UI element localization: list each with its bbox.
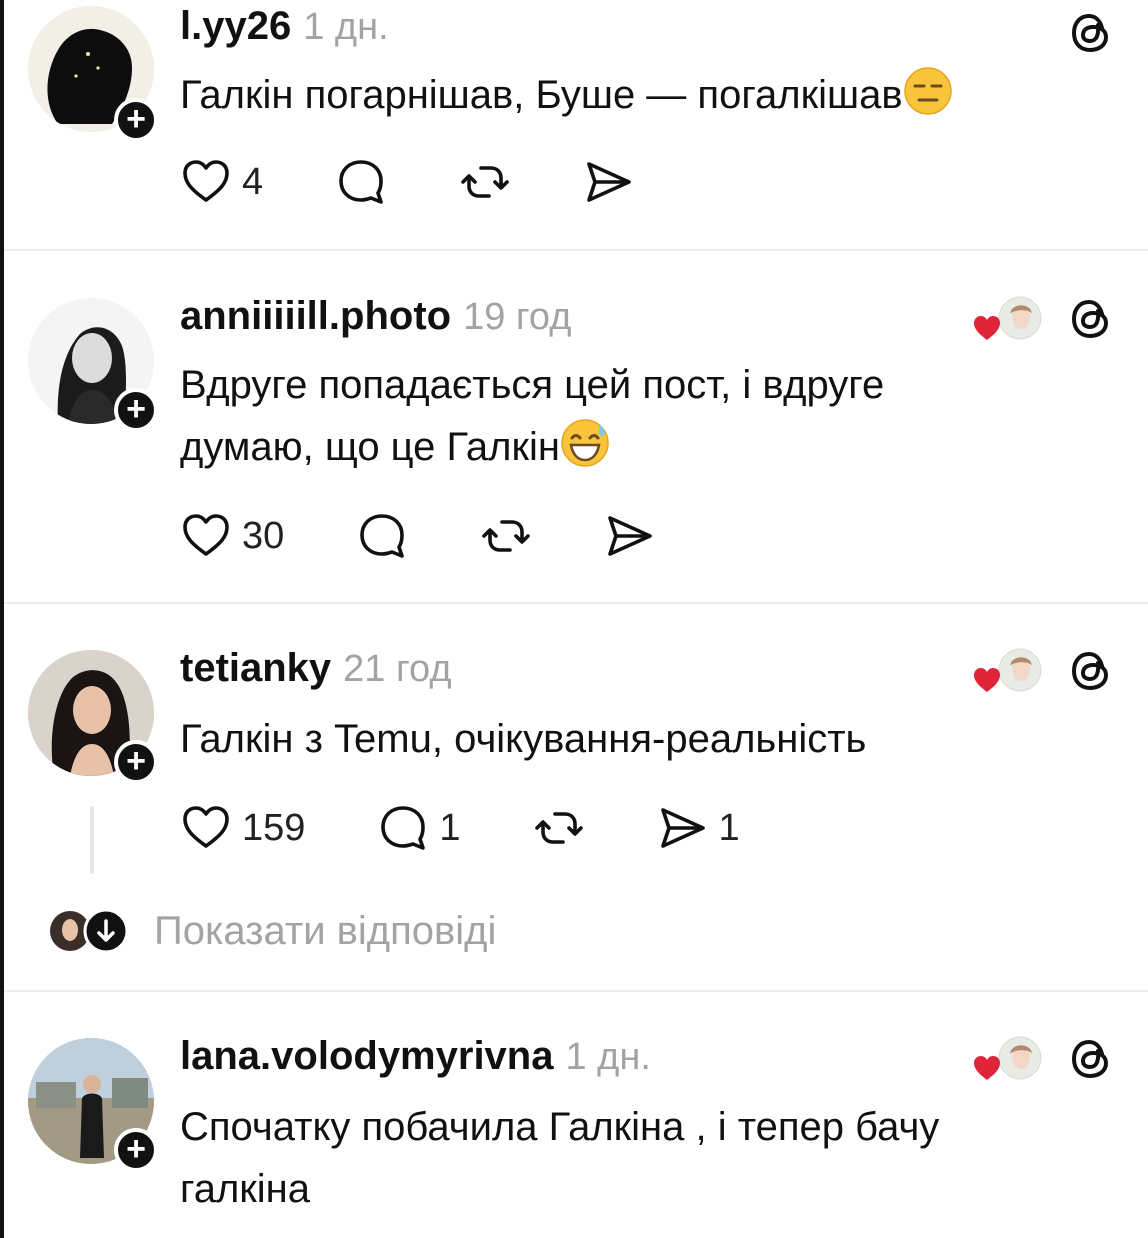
like-count: 159 — [242, 806, 306, 849]
show-replies-label[interactable]: Показати відповіді — [154, 909, 496, 954]
post-text: Галкін з Temu, очікування-реальність — [180, 708, 1080, 770]
username[interactable]: anniiiiill.photo — [180, 294, 451, 338]
like-count: 4 — [242, 160, 264, 203]
post-1: + l.yy26 1 дн. Галкін погарнішав, Буше — … — [0, 0, 1148, 250]
divider — [4, 249, 1148, 251]
show-replies-button[interactable]: Показати відповіді — [48, 908, 496, 954]
like-count: 30 — [242, 514, 285, 557]
follow-plus-button[interactable]: + — [114, 98, 158, 142]
like-button[interactable]: 30 — [180, 510, 284, 562]
reply-button[interactable] — [356, 510, 408, 562]
heart-icon — [180, 510, 232, 562]
post-text-content: Галкін погарнішав, Буше — погалкішав — [180, 73, 903, 117]
post-text-content: Галкін з Temu, очікування-реальність — [180, 717, 867, 761]
username[interactable]: l.yy26 — [180, 4, 291, 48]
follow-plus-button[interactable]: + — [114, 388, 158, 432]
comment-bubble-icon — [335, 156, 387, 208]
expressionless-face-emoji — [903, 67, 952, 115]
post-4: + lana.volodymyrivna 1 дн. Спочатку побач… — [0, 992, 1148, 1238]
reply-button[interactable] — [335, 156, 387, 208]
post-actions: 159 1 1 — [180, 798, 740, 858]
repost-icon — [459, 156, 511, 208]
post-actions: 4 — [180, 152, 635, 212]
post-2: + anniiiiill.photo 19 год Вдруге попадаєт… — [0, 252, 1148, 602]
comment-bubble-icon — [377, 802, 429, 854]
follow-plus-button[interactable]: + — [114, 1128, 158, 1172]
post-text: Вдруге попадається цей пост, і вдруге ду… — [180, 354, 1010, 478]
post-text-content: Вдруге попадається цей пост, і вдруге ду… — [180, 363, 885, 469]
repost-button[interactable] — [459, 156, 511, 208]
post-text: Галкін погарнішав, Буше — погалкішав — [180, 64, 1080, 126]
repost-button[interactable] — [480, 510, 532, 562]
liked-by-author-icon — [974, 1036, 1042, 1080]
thread-connector-line — [90, 806, 94, 874]
repost-button[interactable] — [533, 802, 585, 854]
timestamp: 1 дн. — [565, 1036, 651, 1078]
timestamp: 1 дн. — [303, 6, 389, 48]
post-actions: 30 — [180, 506, 656, 566]
reply-count: 1 — [439, 806, 461, 849]
follow-plus-button[interactable]: + — [114, 740, 158, 784]
reply-button[interactable]: 1 — [377, 802, 461, 854]
send-icon — [604, 510, 656, 562]
threads-logo-icon[interactable] — [1066, 294, 1116, 344]
share-button[interactable] — [604, 510, 656, 562]
grinning-face-with-sweat-emoji — [561, 419, 609, 467]
repost-icon — [533, 802, 585, 854]
username[interactable]: lana.volodymyrivna — [180, 1034, 553, 1078]
heart-icon — [180, 802, 232, 854]
share-button[interactable]: 1 — [657, 802, 740, 854]
threads-logo-icon[interactable] — [1066, 8, 1116, 58]
timestamp: 21 год — [343, 648, 452, 690]
repost-icon — [480, 510, 532, 562]
username[interactable]: tetianky — [180, 646, 331, 690]
post-text: Спочатку побачила Галкіна , і тепер бачу… — [180, 1096, 1060, 1220]
like-button[interactable]: 4 — [180, 156, 263, 208]
threads-logo-icon[interactable] — [1066, 1034, 1116, 1084]
post-header: l.yy26 1 дн. — [180, 4, 389, 49]
post-header: anniiiiill.photo 19 год — [180, 294, 571, 339]
share-button[interactable] — [583, 156, 635, 208]
post-3: + tetianky 21 год Галкін з Temu, очікуван… — [0, 604, 1148, 990]
threads-logo-icon[interactable] — [1066, 646, 1116, 696]
liked-by-author-icon — [974, 648, 1042, 692]
send-icon — [657, 802, 709, 854]
share-count: 1 — [718, 806, 740, 849]
heart-icon — [180, 156, 232, 208]
post-header: tetianky 21 год — [180, 646, 452, 691]
liked-by-author-icon — [974, 296, 1042, 340]
post-header: lana.volodymyrivna 1 дн. — [180, 1034, 651, 1079]
timestamp: 19 год — [463, 296, 572, 338]
comment-bubble-icon — [356, 510, 408, 562]
like-button[interactable]: 159 — [180, 802, 305, 854]
post-text-content: Спочатку побачила Галкіна , і тепер бачу… — [180, 1105, 940, 1211]
reply-avatars — [50, 908, 128, 954]
send-icon — [583, 156, 635, 208]
